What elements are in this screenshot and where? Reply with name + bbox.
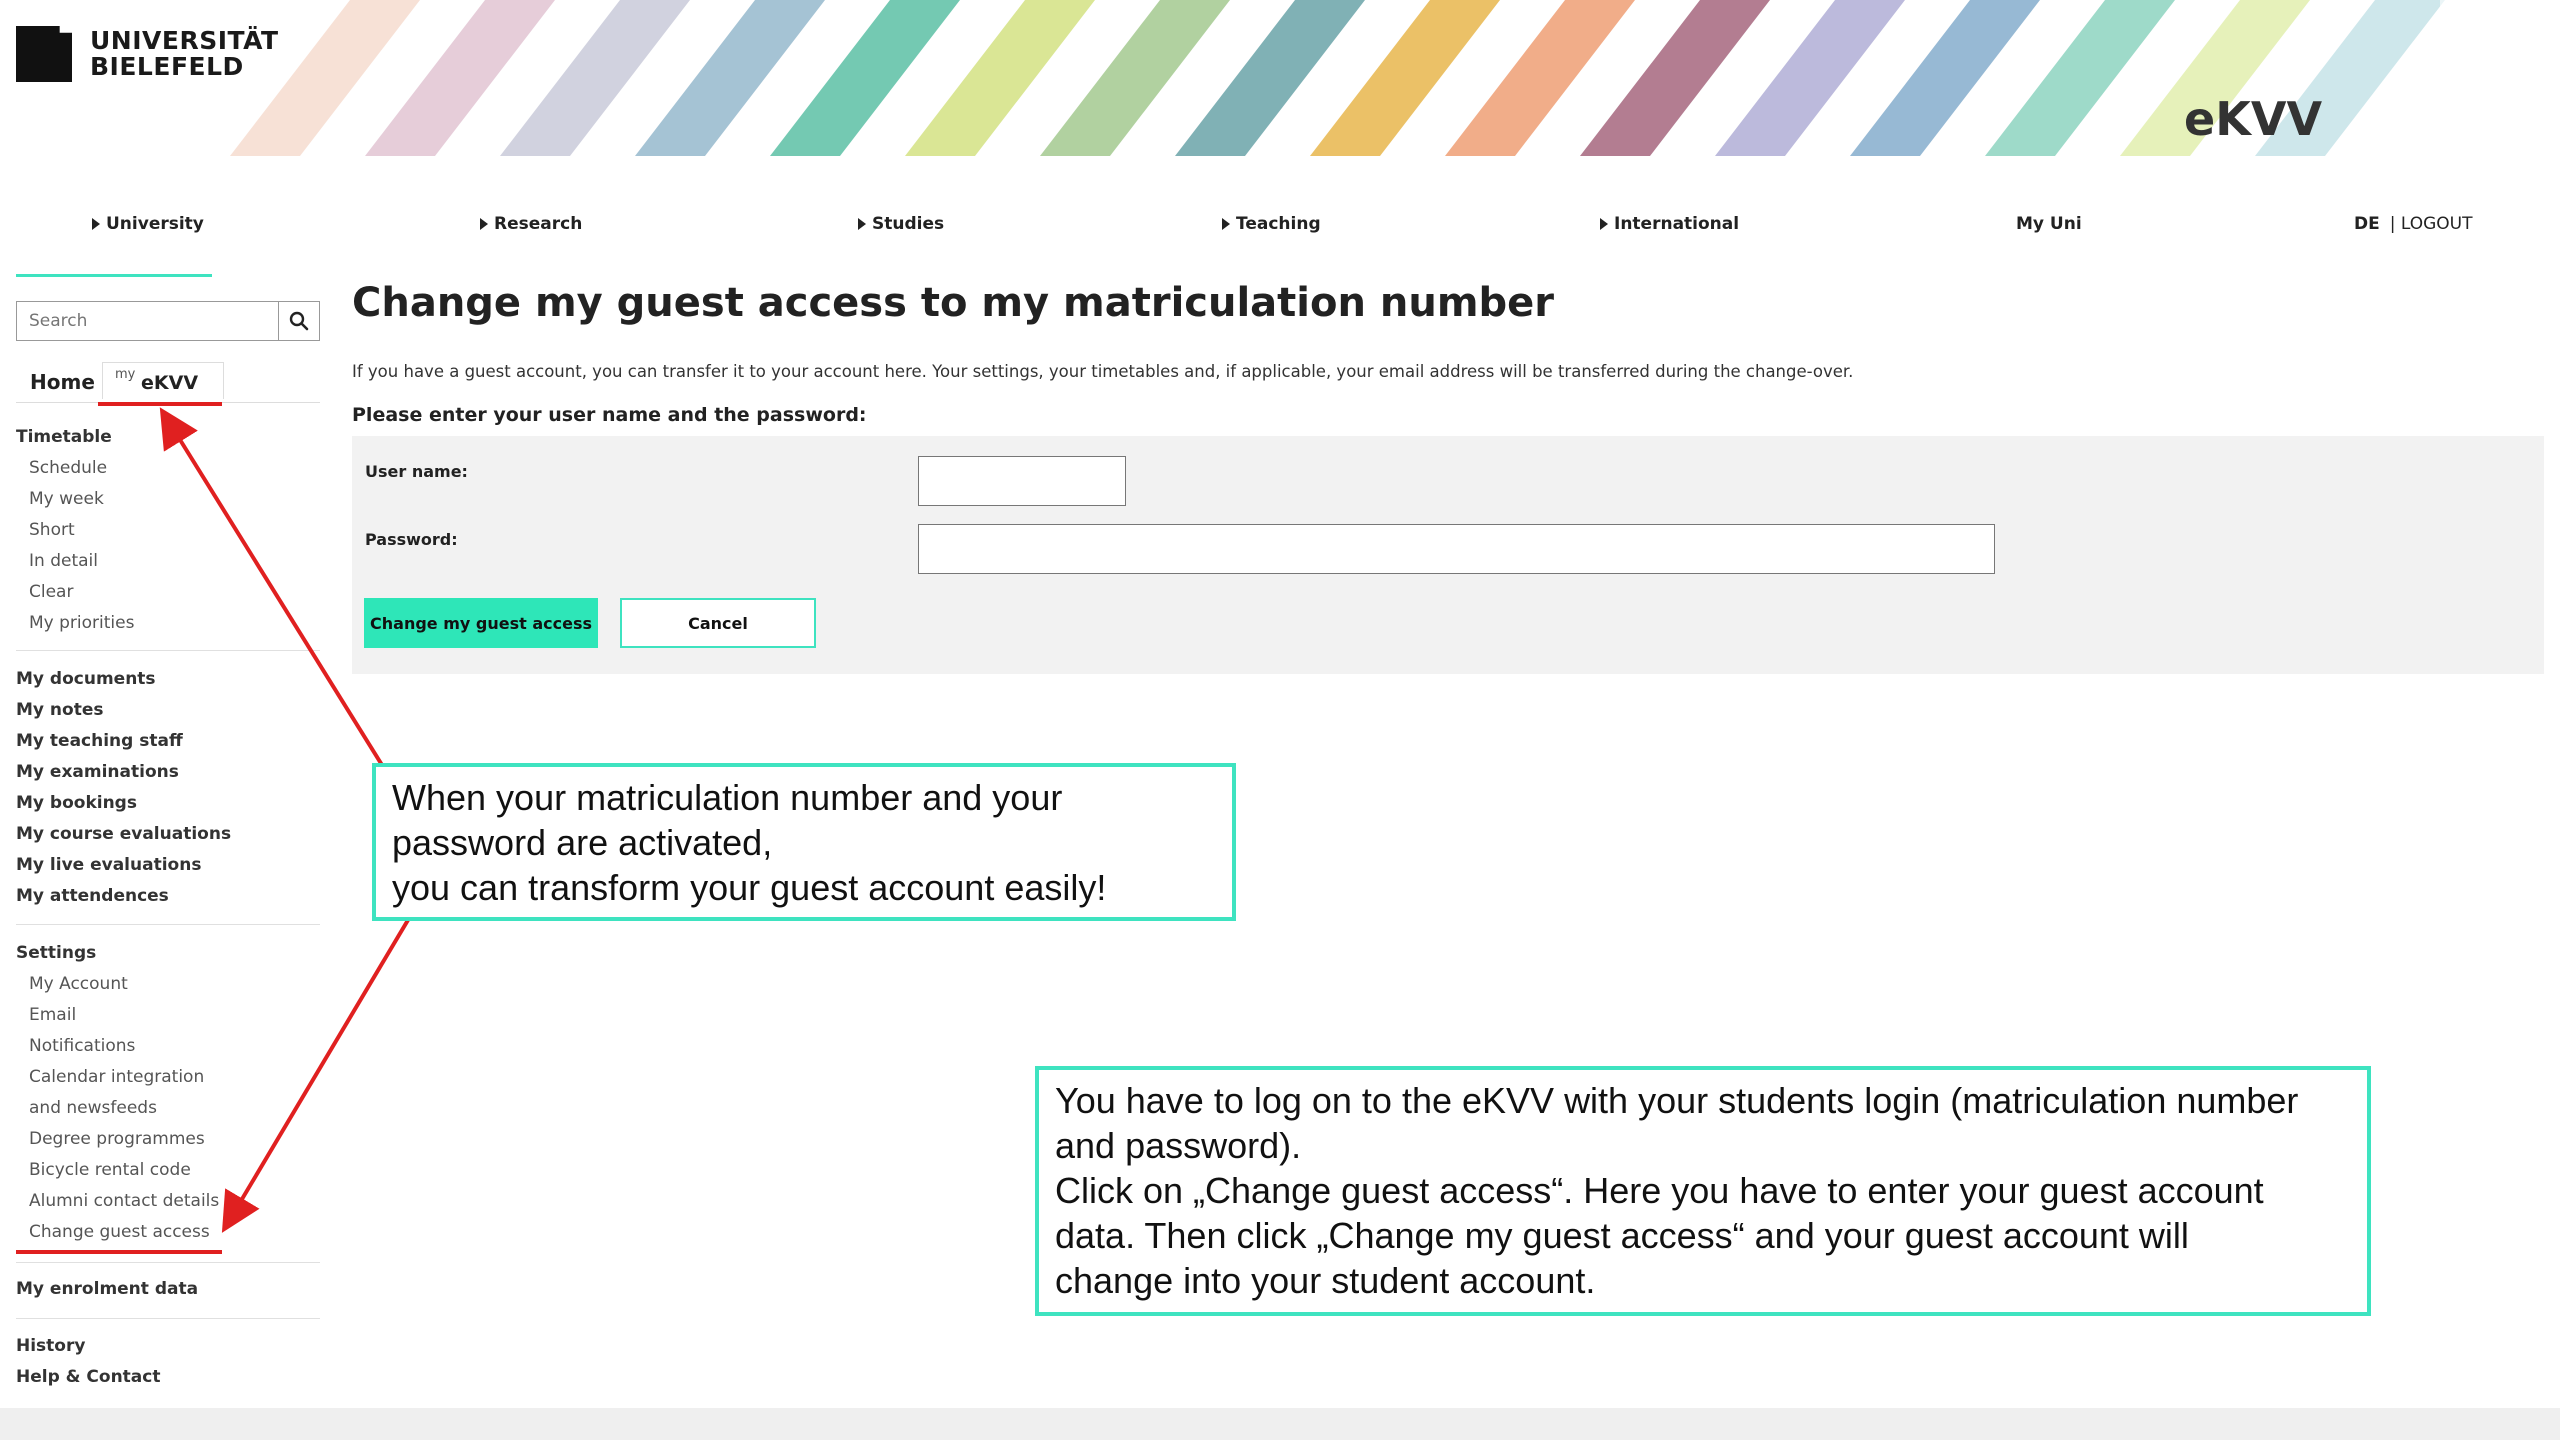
- language-logout: DE | LOGOUT: [2354, 214, 2473, 234]
- language-switch[interactable]: DE: [2354, 214, 2380, 234]
- sidebar-item-my-account[interactable]: My Account: [16, 969, 320, 1000]
- nav-label: University: [106, 214, 204, 234]
- search-input[interactable]: [17, 302, 278, 340]
- logo-mark: [16, 26, 72, 82]
- sidebar-item-email[interactable]: Email: [16, 1000, 320, 1031]
- university-logo[interactable]: UNIVERSITÄT BIELEFELD: [16, 26, 279, 82]
- callout-instructions: You have to log on to the eKVV with your…: [1035, 1066, 2371, 1316]
- sidebar-heading-timetable[interactable]: Timetable: [16, 422, 320, 453]
- callout-line: You have to log on to the eKVV with your…: [1055, 1080, 2299, 1121]
- callout-line: When your matriculation number and your: [392, 777, 1063, 818]
- sidebar-item-my-course-evaluations[interactable]: My course evaluations: [16, 819, 320, 850]
- header-banner: UNIVERSITÄT BIELEFELD eKVV: [0, 0, 2560, 156]
- username-field[interactable]: [918, 456, 1126, 506]
- callout-activation-note: When your matriculation number and your …: [372, 763, 1236, 921]
- sidebar-item-my-teaching-staff[interactable]: My teaching staff: [16, 726, 320, 757]
- sidebar-item-change-guest-access[interactable]: Change guest access: [16, 1217, 320, 1248]
- caret-right-icon: [858, 218, 866, 230]
- callout-line: change into your student account.: [1055, 1260, 1596, 1301]
- sidebar-item-help-contact[interactable]: Help & Contact: [16, 1362, 320, 1393]
- nav-international[interactable]: International: [1600, 214, 1739, 234]
- nav-label: Research: [494, 214, 583, 234]
- highlight-underline-change-guest-access: [16, 1250, 222, 1254]
- sidebar-settings-group: Settings My Account Email Notifications …: [16, 938, 320, 1248]
- page-title: Change my guest access to my matriculati…: [352, 280, 1555, 326]
- sidebar-search: [16, 301, 320, 341]
- intro-text: If you have a guest account, you can tra…: [352, 362, 1854, 381]
- sidebar-item-my-live-evaluations[interactable]: My live evaluations: [16, 850, 320, 881]
- sidebar-item-my-enrolment-data[interactable]: My enrolment data: [16, 1274, 320, 1305]
- sidebar-heading-settings[interactable]: Settings: [16, 938, 320, 969]
- tab-my-ekvv[interactable]: my eKVV: [102, 362, 224, 399]
- sidebar-divider: [16, 924, 320, 925]
- decorative-stripes: [230, 0, 2560, 156]
- callout-line: password are activated,: [392, 822, 773, 863]
- logout-link[interactable]: | LOGOUT: [2390, 214, 2473, 234]
- nav-label: International: [1614, 214, 1740, 234]
- caret-right-icon: [1600, 218, 1608, 230]
- sidebar-timetable-group: Timetable Schedule My week Short In deta…: [16, 422, 320, 639]
- sidebar-divider: [16, 1262, 320, 1263]
- sidebar-personal-group: My documents My notes My teaching staff …: [16, 664, 320, 912]
- sidebar-item-my-priorities[interactable]: My priorities: [16, 608, 320, 639]
- logo-line2: BIELEFELD: [90, 52, 244, 81]
- sidebar-item-my-bookings[interactable]: My bookings: [16, 788, 320, 819]
- nav-studies[interactable]: Studies: [858, 214, 944, 234]
- sidebar-item-alumni-contact-details[interactable]: Alumni contact details: [16, 1186, 320, 1217]
- sidebar-accent-rule: [16, 274, 212, 277]
- sidebar-item-notifications[interactable]: Notifications: [16, 1031, 320, 1062]
- caret-right-icon: [92, 218, 100, 230]
- sidebar-item-history[interactable]: History: [16, 1331, 320, 1362]
- footer-strip: [0, 1408, 2560, 1440]
- cancel-button[interactable]: Cancel: [620, 598, 816, 648]
- logo-text: UNIVERSITÄT BIELEFELD: [90, 28, 279, 80]
- username-label: User name:: [365, 462, 468, 481]
- app-title: eKVV: [2184, 92, 2323, 146]
- sidebar-item-in-detail[interactable]: In detail: [16, 546, 320, 577]
- sidebar-item-my-notes[interactable]: My notes: [16, 695, 320, 726]
- caret-right-icon: [1222, 218, 1230, 230]
- tab-home[interactable]: Home: [30, 370, 95, 394]
- banner-fade: [2440, 0, 2560, 156]
- sidebar-item-clear[interactable]: Clear: [16, 577, 320, 608]
- search-button[interactable]: [278, 302, 319, 340]
- nav-university[interactable]: University: [92, 214, 204, 234]
- nav-teaching[interactable]: Teaching: [1222, 214, 1321, 234]
- nav-label: Teaching: [1236, 214, 1321, 234]
- sidebar-divider: [16, 650, 320, 651]
- search-icon: [289, 311, 309, 331]
- callout-line: and password).: [1055, 1125, 1302, 1166]
- tab-my-prefix: my: [115, 367, 136, 382]
- password-field[interactable]: [918, 524, 1995, 574]
- sidebar-item-bicycle-rental-code[interactable]: Bicycle rental code: [16, 1155, 320, 1186]
- change-guest-access-button[interactable]: Change my guest access: [364, 598, 598, 648]
- callout-line: Click on „Change guest access“. Here you…: [1055, 1170, 2264, 1211]
- highlight-underline-tab: [98, 402, 222, 406]
- sidebar-item-newsfeeds[interactable]: and newsfeeds: [16, 1093, 320, 1124]
- nav-label: Studies: [872, 214, 945, 234]
- sidebar-item-short[interactable]: Short: [16, 515, 320, 546]
- sidebar-item-my-attendences[interactable]: My attendences: [16, 881, 320, 912]
- sidebar-item-my-documents[interactable]: My documents: [16, 664, 320, 695]
- callout-line: data. Then click „Change my guest access…: [1055, 1215, 2189, 1256]
- sidebar-item-schedule[interactable]: Schedule: [16, 453, 320, 484]
- nav-research[interactable]: Research: [480, 214, 582, 234]
- sidebar-item-degree-programmes[interactable]: Degree programmes: [16, 1124, 320, 1155]
- tab-ekvv-label: eKVV: [141, 372, 199, 394]
- sidebar-divider: [16, 1318, 320, 1319]
- sidebar-help-group: History Help & Contact: [16, 1331, 320, 1393]
- caret-right-icon: [480, 218, 488, 230]
- form-prompt: Please enter your user name and the pass…: [352, 404, 867, 426]
- nav-label: My Uni: [2016, 214, 2082, 234]
- sidebar-item-calendar-integration[interactable]: Calendar integration: [16, 1062, 320, 1093]
- sidebar-item-my-week[interactable]: My week: [16, 484, 320, 515]
- password-label: Password:: [365, 530, 458, 549]
- sidebar-enrolment-group: My enrolment data: [16, 1274, 320, 1305]
- callout-line: you can transform your guest account eas…: [392, 867, 1107, 908]
- sidebar-tabs: Home my eKVV: [16, 362, 320, 403]
- top-navigation: University Research Studies Teaching Int…: [0, 206, 2560, 242]
- logo-line1: UNIVERSITÄT: [90, 26, 279, 55]
- nav-my-uni[interactable]: My Uni: [2016, 214, 2082, 234]
- sidebar-item-my-examinations[interactable]: My examinations: [16, 757, 320, 788]
